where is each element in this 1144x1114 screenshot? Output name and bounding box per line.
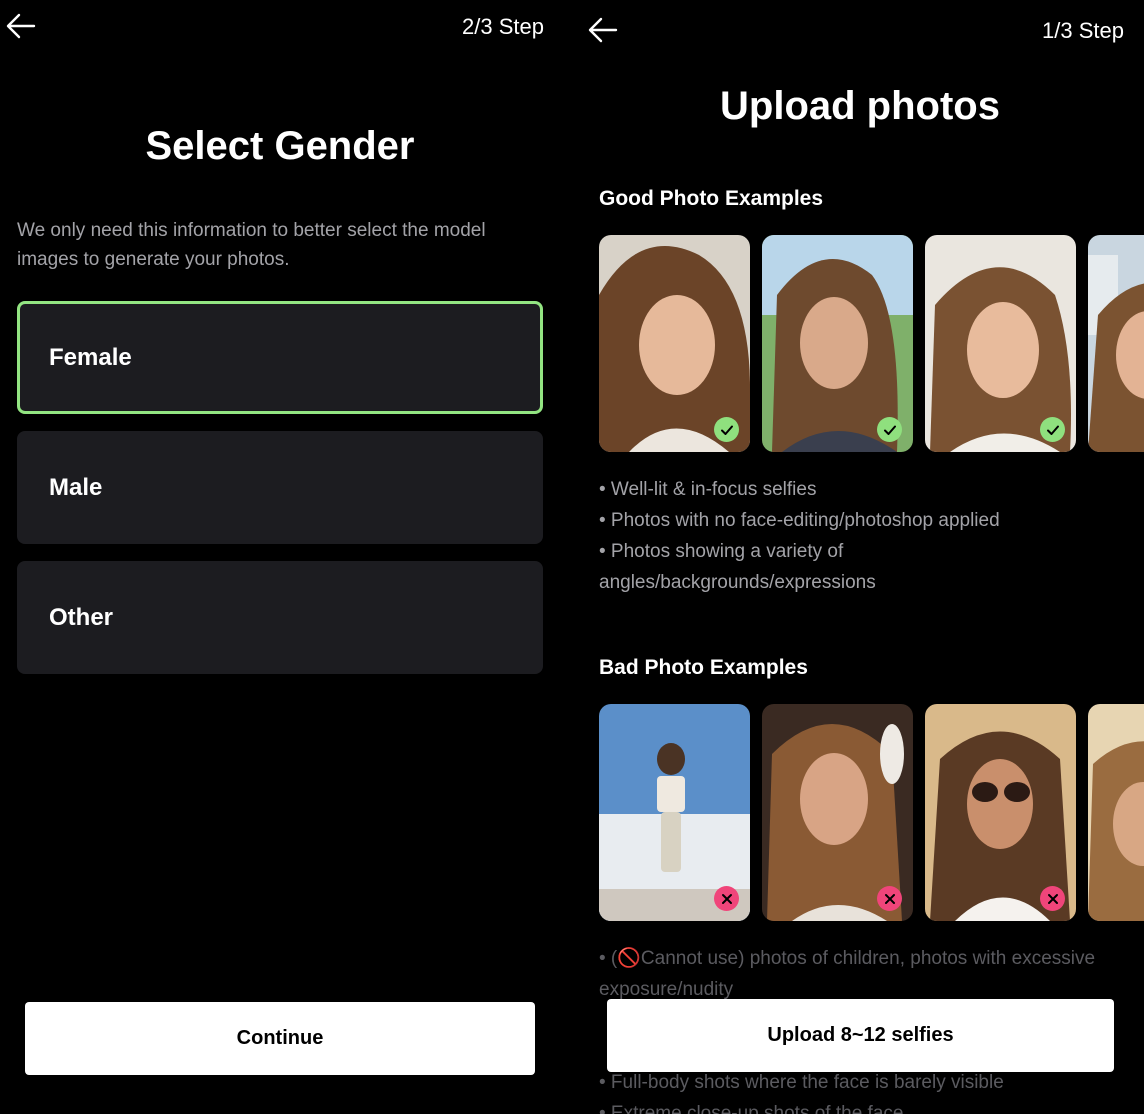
bad-example-photo xyxy=(1088,704,1144,921)
good-tips-list: • Well-lit & in-focus selfies • Photos w… xyxy=(599,474,1124,598)
bad-example-photo xyxy=(925,704,1076,921)
good-example-photo xyxy=(762,235,913,452)
gender-option-female[interactable]: Female xyxy=(17,301,543,414)
option-label: Female xyxy=(49,343,132,371)
tip-item: • (🚫Cannot use) photos of children, phot… xyxy=(599,948,1096,1000)
x-circle-icon xyxy=(1040,886,1065,911)
gender-screen: 2/3 Step Select Gender We only need this… xyxy=(0,0,568,1114)
tip-item: • Well-lit & in-focus selfies xyxy=(599,479,817,500)
tip-item: • Photos showing a variety of angles/bac… xyxy=(599,541,876,593)
upload-screen: 1/3 Step Upload photos Good Photo Exampl… xyxy=(578,0,1144,1114)
check-circle-icon xyxy=(1040,417,1065,442)
option-label: Male xyxy=(49,473,103,501)
gender-option-other[interactable]: Other xyxy=(17,561,543,674)
upload-selfies-button[interactable]: Upload 8~12 selfies xyxy=(607,999,1114,1072)
good-example-photo xyxy=(925,235,1076,452)
x-circle-icon xyxy=(877,886,902,911)
description-text: We only need this information to better … xyxy=(17,220,486,270)
gender-option-male[interactable]: Male xyxy=(17,431,543,544)
bad-examples-heading: Bad Photo Examples xyxy=(599,656,808,679)
option-label: Other xyxy=(49,603,114,631)
page-title: Upload photos xyxy=(720,84,1000,128)
tip-item: • Extreme close-up shots of the face xyxy=(599,1103,904,1114)
good-examples-heading: Good Photo Examples xyxy=(599,187,824,210)
bad-example-photo xyxy=(599,704,750,921)
bad-tips-list: • (🚫Cannot use) photos of children, phot… xyxy=(599,943,1129,1005)
step-indicator: 1/3 Step xyxy=(1042,18,1124,43)
bad-tips-list-more: • Full-body shots where the face is bare… xyxy=(599,1067,1129,1114)
check-circle-icon xyxy=(714,417,739,442)
tip-item: • Photos with no face-editing/photoshop … xyxy=(599,510,1000,531)
good-example-photo xyxy=(1088,235,1144,452)
check-circle-icon xyxy=(877,417,902,442)
step-indicator: 2/3 Step xyxy=(462,14,544,39)
back-arrow-icon[interactable] xyxy=(6,12,38,40)
back-arrow-icon[interactable] xyxy=(588,16,620,44)
good-example-photo xyxy=(599,235,750,452)
bad-example-photo xyxy=(762,704,913,921)
page-title: Select Gender xyxy=(145,124,415,168)
x-circle-icon xyxy=(714,886,739,911)
continue-button[interactable]: Continue xyxy=(25,1002,535,1075)
